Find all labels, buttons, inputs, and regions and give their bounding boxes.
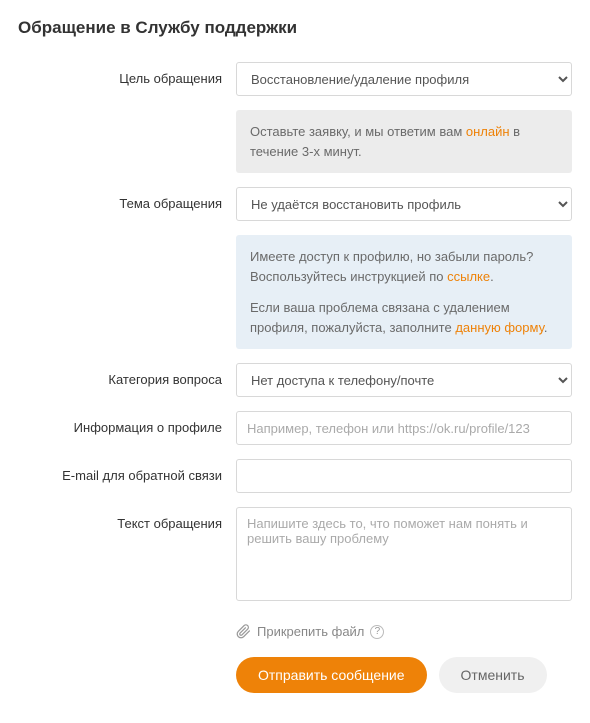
profile-info-label: Информация о профиле — [18, 411, 236, 435]
online-link[interactable]: онлайн — [466, 124, 510, 139]
instruction-link[interactable]: ссылке — [447, 269, 490, 284]
submit-button[interactable]: Отправить сообщение — [236, 657, 427, 693]
email-label: E-mail для обратной связи — [18, 459, 236, 483]
subject-label: Тема обращения — [18, 187, 236, 211]
deletion-form-link[interactable]: данную форму — [455, 320, 543, 335]
purpose-info-box: Оставьте заявку, и мы ответим вам онлайн… — [236, 110, 572, 173]
message-label: Текст обращения — [18, 507, 236, 531]
subject-select[interactable]: Не удаётся восстановить профиль — [236, 187, 572, 221]
profile-info-input[interactable] — [236, 411, 572, 445]
paperclip-icon — [236, 624, 251, 639]
message-textarea[interactable] — [236, 507, 572, 601]
attach-file-button[interactable]: Прикрепить файл ? — [236, 624, 572, 639]
cancel-button[interactable]: Отменить — [439, 657, 547, 693]
category-select[interactable]: Нет доступа к телефону/почте — [236, 363, 572, 397]
help-icon[interactable]: ? — [370, 625, 384, 639]
purpose-select[interactable]: Восстановление/удаление профиля — [236, 62, 572, 96]
category-label: Категория вопроса — [18, 363, 236, 387]
page-title: Обращение в Службу поддержки — [18, 18, 572, 38]
subject-info-box: Имеете доступ к профилю, но забыли парол… — [236, 235, 572, 349]
purpose-label: Цель обращения — [18, 62, 236, 86]
email-input[interactable] — [236, 459, 572, 493]
attach-file-label: Прикрепить файл — [257, 624, 364, 639]
